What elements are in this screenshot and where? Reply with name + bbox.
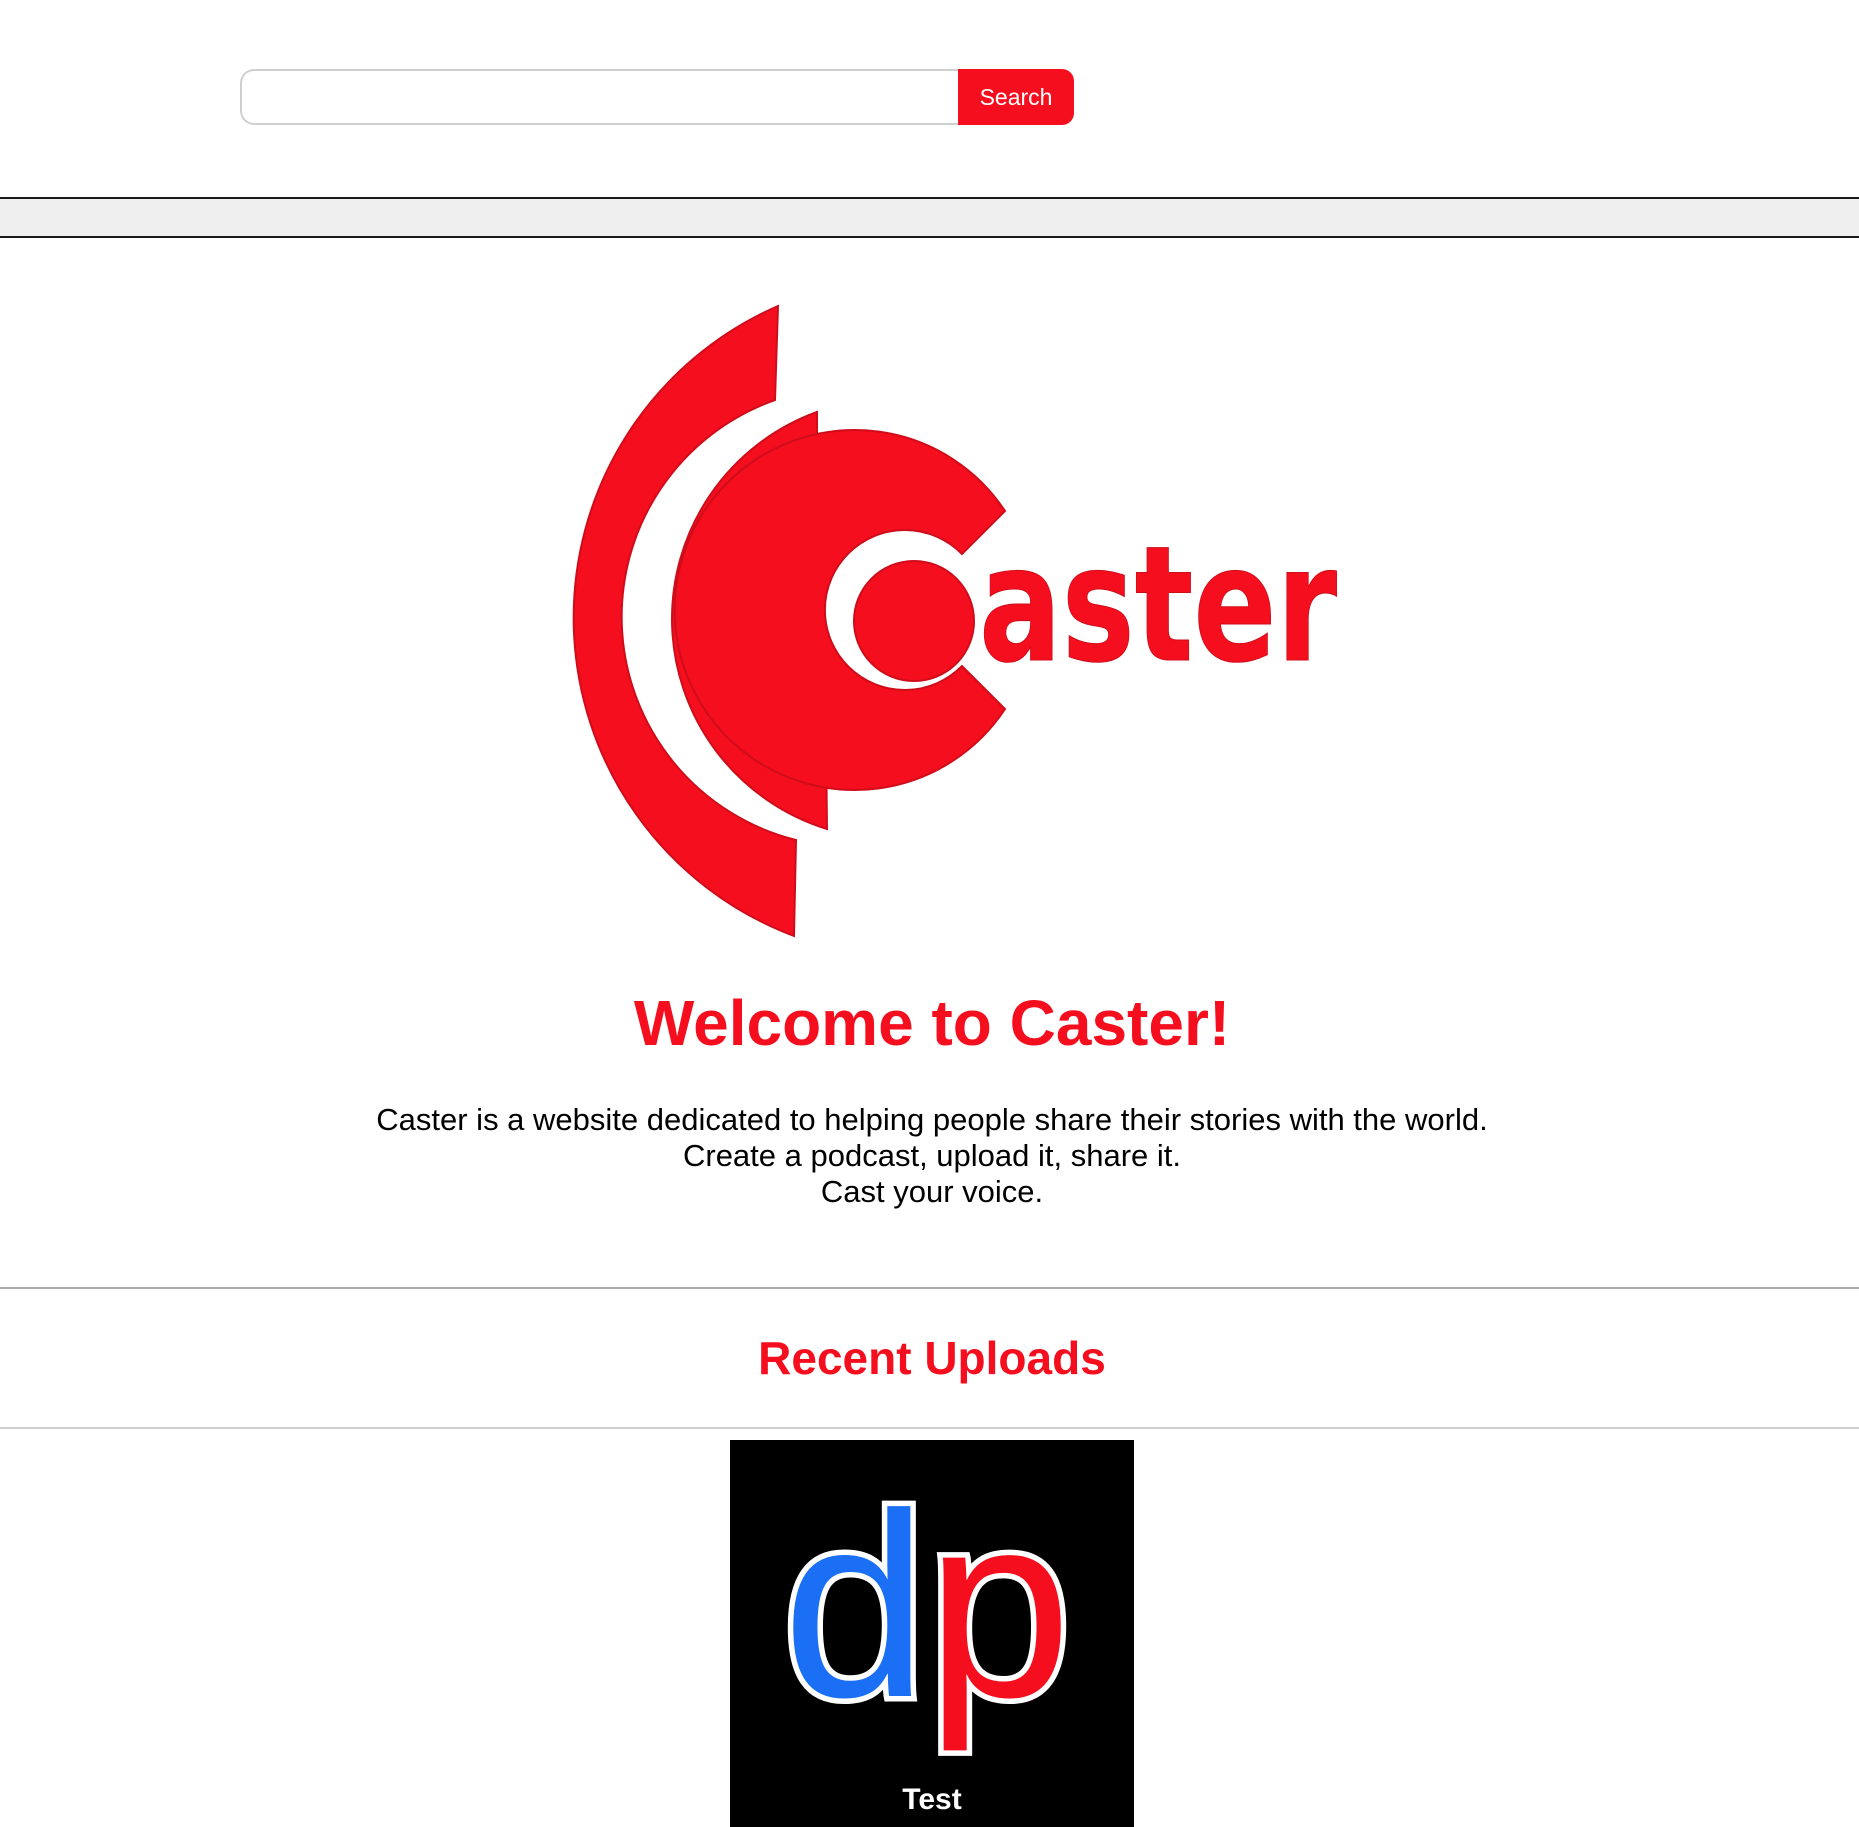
upload-thumbnail: d p [730,1440,1134,1827]
welcome-line: Caster is a website dedicated to helping… [376,1102,1488,1137]
thumbnail-letter-d: d [782,1459,928,1752]
upload-title[interactable]: Test [730,1782,1134,1818]
welcome-title: Welcome to Caster! [633,987,1231,1059]
welcome-line: Cast your voice. [820,1174,1044,1209]
welcome-description: Caster is a website dedicated to helping… [0,1102,1859,1210]
section-divider-bottom [0,1427,1859,1429]
thumbnail-letter-p: p [926,1459,1072,1753]
section-divider-top [0,1287,1859,1289]
upload-card[interactable]: d p Test [730,1440,1134,1827]
search-input[interactable] [240,69,958,125]
search-form: Search [240,69,1074,125]
nav-bar [0,197,1859,238]
caster-logo: aster [572,304,1338,938]
logo-inner-dot [853,560,975,682]
welcome-line: Create a podcast, upload it, share it. [682,1138,1181,1173]
logo-wordmark: aster [979,511,1337,698]
recent-uploads-title: Recent Uploads [758,1332,1106,1384]
search-button[interactable]: Search [958,69,1074,125]
